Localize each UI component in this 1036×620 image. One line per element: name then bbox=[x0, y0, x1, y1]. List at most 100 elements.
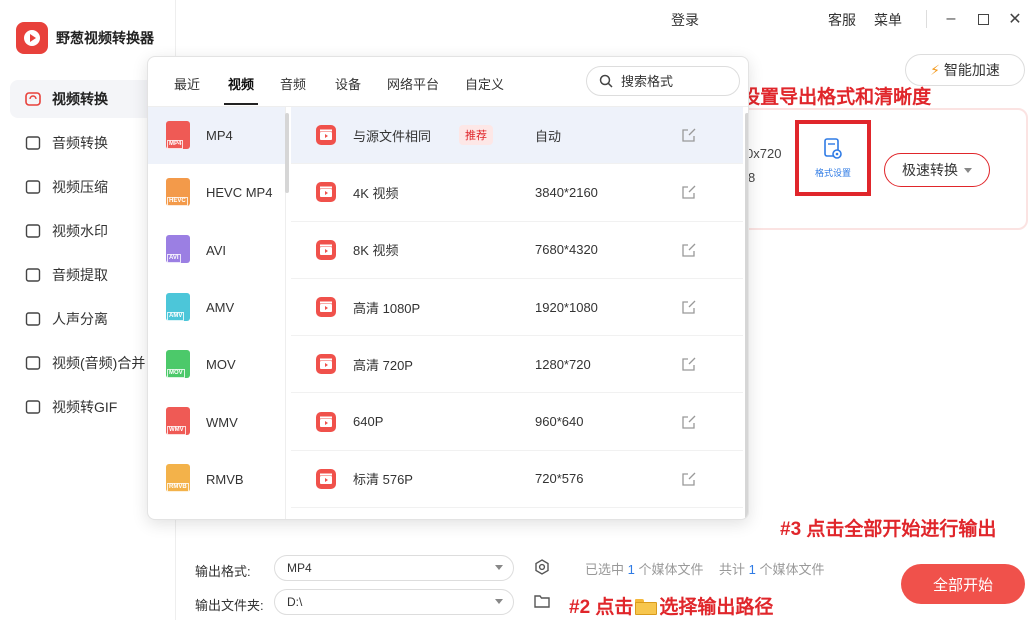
login-link[interactable]: 登录 bbox=[671, 10, 699, 30]
file-info-fragment: 8 bbox=[748, 170, 756, 185]
sidebar-item-label: 视频水印 bbox=[52, 223, 108, 239]
quality-row[interactable]: 标清 576P 720*576 bbox=[291, 451, 743, 509]
output-format-select[interactable]: MP4 bbox=[274, 555, 514, 581]
format-settings-label: 格式设置 bbox=[814, 167, 851, 178]
output-folder-value: D:\ bbox=[287, 595, 303, 609]
annotation-step-2: #2 点击 选择输出路径 bbox=[569, 592, 773, 619]
gif-icon bbox=[24, 398, 42, 416]
format-item[interactable]: WMV WMV bbox=[148, 393, 285, 450]
quality-name: 与源文件相同 bbox=[353, 128, 432, 144]
open-folder-icon[interactable] bbox=[533, 592, 551, 610]
quality-name: 640P bbox=[353, 414, 384, 430]
format-tabs: 最近 视频 音频 设备 网络平台 自定义 bbox=[148, 57, 748, 107]
selected-count-text: 已选中 1 个媒体文件 bbox=[585, 559, 704, 578]
format-name: WMV bbox=[206, 414, 238, 430]
quality-list-scrollbar[interactable] bbox=[745, 113, 748, 519]
video-clapper-icon bbox=[316, 354, 336, 375]
quality-row[interactable]: 与源文件相同 推荐 自动 bbox=[291, 107, 743, 165]
output-folder-select[interactable]: D:\ bbox=[274, 589, 514, 615]
edit-icon[interactable] bbox=[681, 471, 697, 487]
file-format-icon: RMVB bbox=[166, 464, 192, 494]
sidebar-item-label: 视频压缩 bbox=[52, 179, 108, 195]
selected-count: 1 bbox=[627, 562, 635, 577]
logo-icon bbox=[16, 22, 48, 54]
edit-icon[interactable] bbox=[681, 299, 697, 315]
sidebar-item-label: 视频转GIF bbox=[52, 399, 118, 415]
start-all-button[interactable]: 全部开始 bbox=[901, 564, 1025, 604]
annotation-step-1: #1设置导出格式和清晰度 bbox=[720, 87, 932, 108]
sidebar-item-5[interactable]: 人声分离 bbox=[10, 300, 170, 338]
output-folder-label: 输出文件夹: bbox=[195, 598, 264, 613]
audio-convert-icon bbox=[24, 134, 42, 152]
edit-icon[interactable] bbox=[681, 356, 697, 372]
file-format-icon: AVI bbox=[166, 235, 192, 265]
tab-3[interactable]: 设备 bbox=[335, 74, 361, 93]
quality-name: 高清 720P bbox=[353, 357, 413, 373]
sidebar-item-4[interactable]: 音频提取 bbox=[10, 256, 170, 294]
edit-icon[interactable] bbox=[681, 127, 697, 143]
sidebar-item-label: 音频转换 bbox=[52, 135, 108, 151]
format-item[interactable]: RMVB RMVB bbox=[148, 451, 285, 508]
format-name: RMVB bbox=[206, 471, 244, 487]
start-all-label: 全部开始 bbox=[932, 576, 993, 594]
quality-row[interactable]: 高清 720P 1280*720 bbox=[291, 336, 743, 394]
tab-5[interactable]: 自定义 bbox=[465, 74, 504, 93]
edit-icon[interactable] bbox=[681, 184, 697, 200]
file-format-icon: MP4 bbox=[166, 120, 192, 151]
sidebar-item-2[interactable]: 视频压缩 bbox=[10, 168, 170, 206]
maximize-icon[interactable] bbox=[972, 8, 994, 30]
app-title: 野葱视频转换器 bbox=[56, 30, 154, 46]
format-item[interactable]: MOV MOV bbox=[148, 336, 285, 393]
format-name: AMV bbox=[206, 300, 235, 316]
tab-0[interactable]: 最近 bbox=[174, 74, 200, 93]
sidebar-item-6[interactable]: 视频(音频)合并 bbox=[10, 344, 170, 382]
video-clapper-icon bbox=[316, 125, 336, 146]
quality-row[interactable]: 8K 视频 7680*4320 bbox=[291, 222, 743, 279]
sidebar-item-label: 音频提取 bbox=[52, 267, 108, 283]
service-link[interactable]: 客服 bbox=[828, 10, 856, 30]
fast-convert-button[interactable]: 极速转换 bbox=[884, 153, 990, 187]
format-list-scrollbar[interactable] bbox=[285, 113, 289, 193]
format-item[interactable]: AVI AVI bbox=[148, 222, 285, 279]
total-suffix: 个媒体文件 bbox=[759, 562, 825, 577]
caret-down-icon bbox=[495, 565, 503, 570]
close-icon[interactable]: ✕ bbox=[1004, 8, 1026, 30]
quality-resolution: 自动 bbox=[535, 128, 562, 144]
search-input[interactable] bbox=[621, 73, 731, 89]
annotation-step-2-prefix: #2 点击 bbox=[569, 597, 634, 618]
quality-name: 高清 1080P bbox=[353, 300, 421, 316]
sidebar-item-0[interactable]: 视频转换 bbox=[10, 80, 170, 118]
minimize-icon[interactable]: – bbox=[940, 8, 962, 30]
video-clapper-icon bbox=[316, 239, 336, 260]
edit-icon[interactable] bbox=[681, 414, 697, 430]
format-item[interactable]: AMV AMV bbox=[148, 279, 285, 336]
quality-row[interactable]: 4K 视频 3840*2160 bbox=[291, 164, 743, 222]
format-item[interactable]: MP4 MP4 bbox=[148, 107, 285, 165]
format-search[interactable] bbox=[586, 66, 740, 96]
format-settings-button[interactable]: 格式设置 bbox=[795, 120, 871, 196]
quality-row[interactable]: 高清 1080P 1920*1080 bbox=[291, 279, 743, 337]
tab-4[interactable]: 网络平台 bbox=[387, 74, 439, 93]
top-bar: 登录 客服 菜单 – ✕ bbox=[176, 0, 1036, 40]
sidebar-item-1[interactable]: 音频转换 bbox=[10, 124, 170, 162]
edit-icon[interactable] bbox=[681, 242, 697, 258]
sidebar-nav: 视频转换音频转换视频压缩视频水印音频提取人声分离视频(音频)合并视频转GIF bbox=[10, 80, 170, 432]
quality-resolution: 3840*2160 bbox=[535, 184, 598, 200]
menu-link[interactable]: 菜单 bbox=[874, 10, 902, 30]
tab-1[interactable]: 视频 bbox=[228, 74, 254, 93]
settings-gear-icon[interactable] bbox=[533, 558, 551, 576]
quality-resolution: 1920*1080 bbox=[535, 299, 598, 315]
quality-row[interactable]: 640P 960*640 bbox=[291, 393, 743, 451]
format-list: MP4 MP4 HEVC HEVC MP4 AVI AVI AMV AMV MOV MOV WMV W… bbox=[148, 107, 286, 519]
tab-2[interactable]: 音频 bbox=[280, 74, 306, 93]
annotation-step-2-suffix: 选择输出路径 bbox=[659, 597, 774, 618]
format-tag: WMV bbox=[167, 426, 186, 436]
divider bbox=[926, 10, 927, 28]
format-item[interactable]: HEVC HEVC MP4 bbox=[148, 164, 285, 221]
sidebar-item-3[interactable]: 视频水印 bbox=[10, 212, 170, 250]
sidebar-item-7[interactable]: 视频转GIF bbox=[10, 388, 170, 426]
format-tag: AMV bbox=[167, 311, 185, 321]
output-format-label: 输出格式: bbox=[195, 564, 251, 579]
folder-emoji-icon bbox=[635, 599, 658, 615]
video-clapper-icon bbox=[316, 468, 336, 489]
